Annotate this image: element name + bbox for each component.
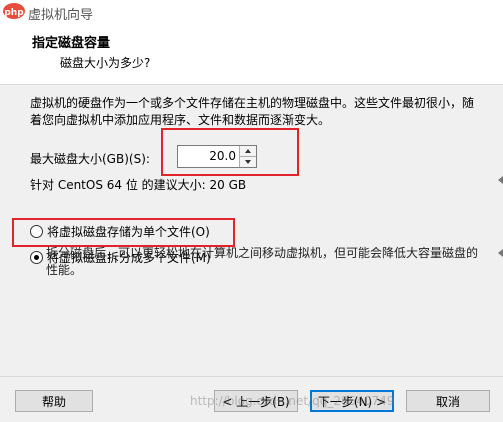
collapse-arrow-icon <box>498 176 503 184</box>
disk-size-highlight <box>161 128 299 176</box>
page-heading: 指定磁盘容量 <box>32 36 111 51</box>
split-option-highlight <box>12 218 235 247</box>
help-button[interactable]: 帮助 <box>15 390 93 412</box>
svg-text:php: php <box>4 8 24 18</box>
title-bar: php 虚拟机向导 <box>0 0 503 24</box>
cancel-button[interactable]: 取消 <box>406 390 490 412</box>
back-button[interactable]: < 上一步(B) <box>214 390 298 412</box>
scroll-arrow-icon <box>498 249 503 257</box>
footer-divider <box>0 376 503 377</box>
window-title: 虚拟机向导 <box>28 8 94 23</box>
php-logo-icon: php <box>3 3 25 19</box>
radio-split-files[interactable] <box>30 251 43 264</box>
wizard-header: 指定磁盘容量 磁盘大小为多少? <box>0 24 503 85</box>
recommended-size: 针对 CentOS 64 位 的建议大小: 20 GB <box>30 178 247 192</box>
next-button[interactable]: 下一步(N) > <box>310 390 394 412</box>
radio-selected-dot <box>34 255 39 260</box>
disk-description: 虚拟机的硬盘作为一个或多个文件存储在主机的物理磁盘中。这些文件最初很小，随着您向… <box>30 96 475 127</box>
disk-size-label: 最大磁盘大小(GB)(S): <box>30 152 150 166</box>
page-subheading: 磁盘大小为多少? <box>60 56 151 70</box>
wizard-content: 虚拟机的硬盘作为一个或多个文件存储在主机的物理磁盘中。这些文件最初很小，随着您向… <box>0 85 503 375</box>
wizard-window: php 虚拟机向导 指定磁盘容量 磁盘大小为多少? 虚拟机的硬盘作为一个或多个文… <box>0 0 503 422</box>
split-description: 拆分磁盘后，可以更轻松地在计算机之间移动虚拟机，但可能会降低大容量磁盘的性能。 <box>46 246 479 277</box>
